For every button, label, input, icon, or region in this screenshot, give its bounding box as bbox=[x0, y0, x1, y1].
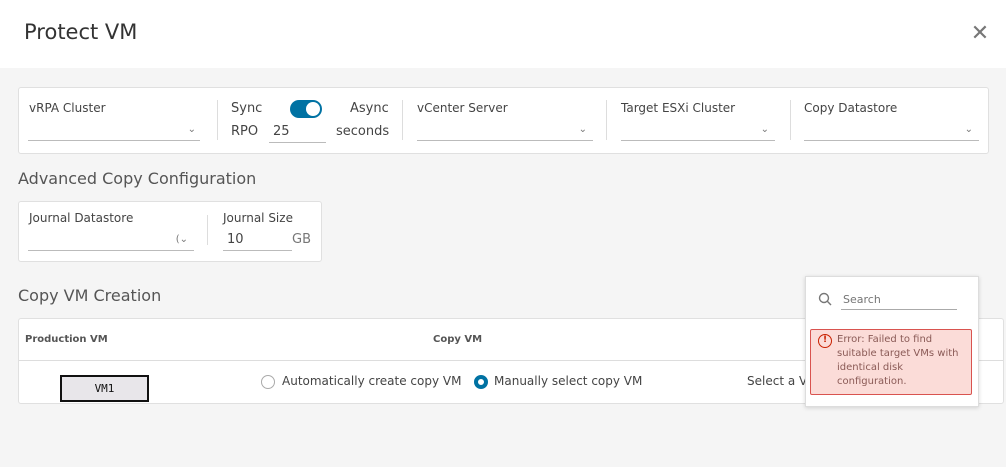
column-header-copy-vm: Copy VM bbox=[433, 334, 483, 345]
target-esxi-cluster-label: Target ESXi Cluster bbox=[621, 101, 736, 115]
chevron-down-icon: ⌄ bbox=[964, 124, 973, 135]
target-esxi-cluster-select[interactable]: ⌄ bbox=[621, 122, 775, 141]
rpo-unit: seconds bbox=[336, 124, 390, 139]
rpo-input[interactable]: 25 bbox=[269, 124, 326, 143]
chevron-down-icon: ⌄ bbox=[760, 124, 769, 135]
divider bbox=[790, 100, 791, 140]
replication-settings-card bbox=[18, 87, 989, 154]
vrpa-cluster-label: vRPA Cluster bbox=[29, 101, 106, 115]
dialog-title: Protect VM bbox=[24, 20, 138, 44]
journal-size-unit: GB bbox=[292, 232, 311, 247]
divider bbox=[606, 100, 607, 140]
copy-vm-creation-title: Copy VM Creation bbox=[18, 286, 162, 305]
error-message: ! Error: Failed to find suitable target … bbox=[810, 329, 972, 395]
divider bbox=[217, 100, 218, 140]
close-icon[interactable]: ✕ bbox=[968, 22, 992, 46]
dialog-header bbox=[0, 0, 1006, 68]
error-text: Error: Failed to find suitable target VM… bbox=[837, 334, 959, 387]
sync-async-toggle[interactable] bbox=[290, 100, 322, 118]
search-icon bbox=[818, 291, 832, 306]
vcenter-server-select[interactable]: ⌄ bbox=[417, 122, 593, 141]
auto-create-radio[interactable] bbox=[261, 375, 275, 389]
auto-create-label[interactable]: Automatically create copy VM bbox=[282, 374, 461, 388]
journal-datastore-label: Journal Datastore bbox=[29, 211, 134, 225]
chevron-down-icon: (⌄ bbox=[175, 234, 188, 245]
divider bbox=[207, 215, 208, 245]
copy-datastore-select[interactable]: ⌄ bbox=[804, 122, 979, 141]
vcenter-server-label: vCenter Server bbox=[417, 101, 508, 115]
manual-select-label[interactable]: Manually select copy VM bbox=[494, 374, 642, 388]
journal-datastore-select[interactable]: (⌄ bbox=[28, 232, 194, 251]
manual-select-radio[interactable] bbox=[474, 375, 488, 389]
divider bbox=[402, 100, 403, 140]
sync-label: Sync bbox=[231, 101, 263, 116]
copy-datastore-label: Copy Datastore bbox=[804, 101, 898, 115]
journal-size-input[interactable]: 10 bbox=[223, 232, 292, 251]
rpo-label: RPO bbox=[231, 124, 259, 139]
advanced-section-title: Advanced Copy Configuration bbox=[18, 169, 257, 188]
copy-vm-select[interactable]: Select a V bbox=[747, 374, 807, 388]
chevron-down-icon: ⌄ bbox=[578, 124, 587, 135]
error-icon: ! bbox=[818, 334, 832, 348]
production-vm-name: VM1 bbox=[60, 375, 149, 402]
search-input[interactable] bbox=[841, 290, 957, 310]
journal-size-label: Journal Size bbox=[223, 211, 293, 225]
vrpa-cluster-select[interactable]: ⌄ bbox=[28, 122, 200, 141]
column-header-production-vm: Production VM bbox=[25, 334, 108, 345]
chevron-down-icon: ⌄ bbox=[187, 124, 196, 135]
async-label: Async bbox=[350, 101, 389, 116]
